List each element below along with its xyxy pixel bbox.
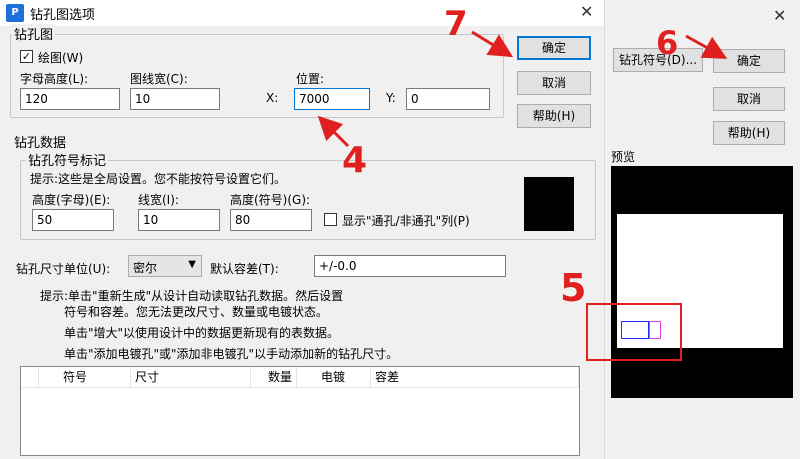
show-column-label: 显示"通孔/非通孔"列(P) — [342, 214, 470, 228]
table-header-plated[interactable]: 电镀 — [297, 367, 371, 387]
position-label: 位置: — [296, 72, 325, 86]
char-height-label: 字母高度(L): — [20, 72, 89, 86]
cancel-button[interactable]: 取消 — [517, 71, 591, 95]
symbol-line-width-label: 线宽(I): — [138, 193, 179, 207]
hint-line-2: 符号和容差。您无法更改尺寸、数量或电镀状态。 — [64, 305, 329, 319]
annotation-highlight-box — [586, 303, 682, 361]
show-column-checkbox[interactable] — [324, 213, 337, 226]
draw-checkbox-label: 绘图(W) — [38, 51, 84, 65]
hint-line-1: 提示:单击"重新生成"从设计自动读取钻孔数据。然后设置 — [40, 289, 344, 303]
size-unit-select[interactable]: 密尔 ▼ — [128, 255, 202, 277]
height-symbol-input[interactable]: 80 — [230, 209, 312, 231]
annotation-6: 7 — [444, 4, 468, 44]
height-symbol-label: 高度(符号)(G): — [230, 193, 311, 207]
draw-checkbox[interactable]: ✓ — [20, 50, 33, 63]
dialog-title: 钻孔图选项 — [30, 8, 96, 23]
side-close-icon[interactable]: ✕ — [773, 8, 786, 24]
table-header-size[interactable]: 尺寸 — [131, 367, 251, 387]
drill-table[interactable]: 符号 尺寸 数量 电镀 容差 — [20, 366, 580, 456]
app-icon: P — [6, 4, 24, 22]
ok-button[interactable]: 确定 — [517, 36, 591, 60]
x-label: X: — [266, 91, 279, 105]
side-dialog: ✕ 钻孔符号(D)... 确定 取消 帮助(H) 预览 — [604, 0, 800, 459]
table-header-symbol[interactable]: 符号 — [39, 367, 131, 387]
close-icon[interactable]: ✕ — [580, 4, 593, 20]
global-settings-hint: 提示:这些是全局设置。您不能按符号设置它们。 — [30, 172, 287, 186]
table-header-row: 符号 尺寸 数量 电镀 容差 — [21, 367, 579, 388]
line-width-label: 图线宽(C): — [130, 72, 188, 86]
annotation-4: 4 — [342, 140, 368, 181]
symbol-line-width-input[interactable]: 10 — [138, 209, 220, 231]
drill-drawing-legend: 钻孔图 — [12, 24, 56, 43]
line-width-input[interactable]: 10 — [130, 88, 220, 110]
chevron-down-icon: ▼ — [188, 259, 196, 270]
help-button[interactable]: 帮助(H) — [517, 104, 591, 128]
table-header-blank — [21, 367, 39, 387]
height-char-input[interactable]: 50 — [32, 209, 114, 231]
table-header-tolerance[interactable]: 容差 — [371, 367, 579, 387]
title-bar: P 钻孔图选项 ✕ — [0, 0, 604, 26]
side-ok-button[interactable]: 确定 — [713, 49, 785, 73]
hint-line-3: 单击"增大"以使用设计中的数据更新现有的表数据。 — [64, 326, 340, 340]
y-label: Y: — [386, 91, 396, 105]
size-unit-value: 密尔 — [133, 261, 158, 275]
drill-data-legend: 钻孔数据 — [12, 132, 69, 151]
preview-pane — [611, 166, 793, 398]
table-header-quantity[interactable]: 数量 — [251, 367, 297, 387]
height-char-label: 高度(字母)(E): — [32, 193, 111, 207]
y-position-input[interactable]: 0 — [406, 88, 490, 110]
annotation-5: 5 — [560, 266, 587, 310]
color-swatch[interactable] — [524, 177, 574, 231]
side-help-button[interactable]: 帮助(H) — [713, 121, 785, 145]
symbol-marks-legend: 钻孔符号标记 — [26, 150, 109, 169]
tolerance-input[interactable]: +/-0.0 — [314, 255, 506, 277]
size-unit-label: 钻孔尺寸单位(U): — [16, 262, 111, 276]
annotation-7: 6 — [656, 24, 679, 62]
x-position-input[interactable]: 7000 — [294, 88, 370, 110]
preview-label: 预览 — [611, 150, 636, 164]
char-height-input[interactable]: 120 — [20, 88, 120, 110]
hint-line-4: 单击"添加电镀孔"或"添加非电镀孔"以手动添加新的钻孔尺寸。 — [64, 347, 399, 361]
side-cancel-button[interactable]: 取消 — [713, 87, 785, 111]
tolerance-label: 默认容差(T): — [210, 262, 279, 276]
